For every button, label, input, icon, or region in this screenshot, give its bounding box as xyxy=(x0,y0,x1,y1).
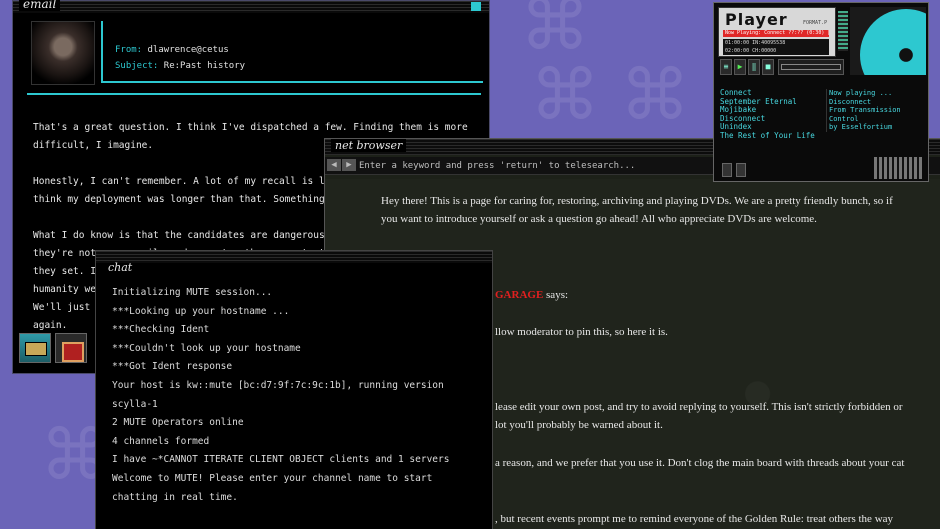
chat-line: Your host is kw::mute [bc:d7:9f:7c:9c:1b… xyxy=(112,379,444,391)
forward-icon[interactable]: ▶ xyxy=(342,159,356,171)
player-readout: 01:00:00 IN:40095538 02:00:00 CH:00000 xyxy=(723,39,829,55)
repeat-icon[interactable] xyxy=(736,163,746,177)
equalizer-icon xyxy=(874,157,922,179)
delete-icon[interactable] xyxy=(55,333,87,363)
subject-row: Subject: Re:Past history xyxy=(115,61,245,71)
post-text: a reason, and we prefer that you use it.… xyxy=(495,457,905,469)
player-display: Player FORMAT.P Now Playing: Connect ??:… xyxy=(718,7,836,57)
author-link[interactable]: GARAGE xyxy=(495,289,543,301)
chat-line: Welcome to MUTE! Please enter your chann… xyxy=(112,472,433,484)
desktop-pattern-icon: ⌘ xyxy=(530,54,600,136)
chat-line: 2 MUTE Operators online xyxy=(112,417,244,429)
intro-text: you want to introduce yourself or ask a … xyxy=(381,213,817,225)
seek-slider[interactable] xyxy=(778,59,844,75)
player-window[interactable]: Player FORMAT.P Now Playing: Connect ??:… xyxy=(713,2,929,182)
post-text: lot you'll probably be warned about it. xyxy=(495,419,663,431)
avatar xyxy=(31,21,95,85)
player-status: Now Playing: Connect ??:?? (0:30) [100] xyxy=(723,30,829,37)
close-icon[interactable] xyxy=(471,2,481,11)
post-text: lease edit your own post, and try to avo… xyxy=(495,401,903,413)
email-header: From: dlawrence@cetus Subject: Re:Past h… xyxy=(21,17,483,87)
from-value: dlawrence@cetus xyxy=(147,45,229,55)
chat-line: ***Checking Ident xyxy=(112,324,210,336)
chat-line: ***Looking up your hostname ... xyxy=(112,305,290,317)
subject-label: Subject: xyxy=(115,61,159,71)
desktop-pattern-icon: ⌘ xyxy=(620,54,690,136)
shuffle-icon[interactable] xyxy=(722,163,732,177)
chat-line: chatting in real time. xyxy=(112,491,238,503)
reply-icon[interactable] xyxy=(19,333,51,363)
chat-window[interactable]: chat Initializing MUTE session... ***Loo… xyxy=(95,250,493,529)
now-playing-line: From Transmission xyxy=(829,106,901,115)
chat-line: I have ~*CANNOT ITERATE CLIENT OBJECT cl… xyxy=(112,454,450,466)
post-text: , but recent events prompt me to remind … xyxy=(495,513,894,525)
from-row: From: dlawrence@cetus xyxy=(115,45,229,55)
chat-line: 4 channels formed xyxy=(112,435,210,447)
playlist-item[interactable]: The Rest of Your Life xyxy=(720,131,820,141)
chat-line: ***Couldn't look up your hostname xyxy=(112,342,301,354)
now-playing-line: by Esselfortium xyxy=(829,123,893,132)
email-meta: From: dlawrence@cetus Subject: Re:Past h… xyxy=(101,21,483,83)
window-title: net browser xyxy=(331,139,407,152)
volume-meter xyxy=(838,11,848,51)
post-text: llow moderator to pin this, so here it i… xyxy=(495,326,668,338)
seek-knob[interactable] xyxy=(781,64,841,70)
now-playing-line: Now playing ... xyxy=(829,89,893,97)
from-label: From: xyxy=(115,45,143,55)
desktop-pattern-icon: ⌘ xyxy=(520,0,590,66)
stop-icon[interactable]: ■ xyxy=(762,59,774,75)
player-logo: Player xyxy=(725,10,788,29)
chat-line: scylla-1 xyxy=(112,398,158,410)
back-icon[interactable]: ◀ xyxy=(327,159,341,171)
window-title: chat xyxy=(108,261,133,274)
player-format: FORMAT.P xyxy=(803,20,828,26)
disc-area xyxy=(850,7,926,75)
now-playing-line: Disconnect xyxy=(829,97,872,106)
email-titlebar[interactable]: email xyxy=(13,0,489,13)
chat-line: Initializing MUTE session... xyxy=(112,287,273,298)
post-author: GARAGE says: xyxy=(495,285,568,305)
menu-icon[interactable]: ≡ xyxy=(720,59,732,75)
play-icon[interactable]: ▶ xyxy=(734,59,746,75)
chat-titlebar[interactable] xyxy=(96,251,492,263)
pause-icon[interactable]: ‖ xyxy=(748,59,760,75)
divider xyxy=(27,93,481,95)
intro-text: Hey there! This is a page for caring for… xyxy=(381,195,893,207)
chat-line: ***Got Ident response xyxy=(112,361,233,373)
disc-icon xyxy=(860,9,926,75)
playlist: Connect September Eternal Mojibake Disco… xyxy=(720,88,820,141)
email-toolbar xyxy=(19,333,87,363)
player-controls: ≡ ▶ ‖ ■ xyxy=(720,59,774,75)
subject-value: Re:Past history xyxy=(163,61,246,71)
now-playing: Now playing ... Disconnect From Transmis… xyxy=(826,89,926,132)
chat-log: Initializing MUTE session... ***Looking … xyxy=(112,284,449,507)
window-title: email xyxy=(19,0,61,11)
author-says: says: xyxy=(546,289,569,301)
now-playing-line: Control xyxy=(829,114,859,123)
